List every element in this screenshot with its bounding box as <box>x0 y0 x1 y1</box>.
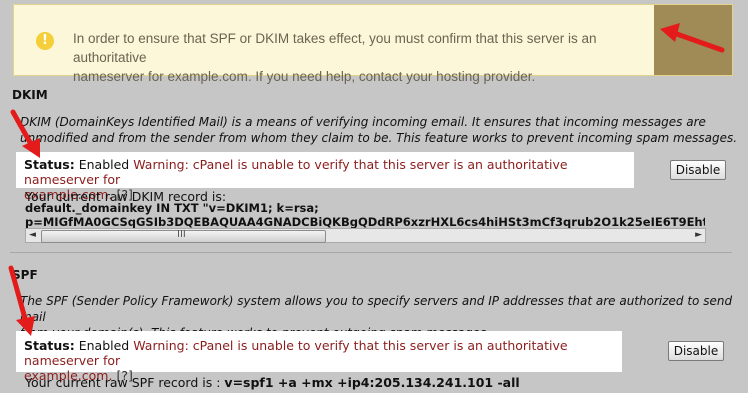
dkim-record-line-1: default._domainkey IN TXT "v=DKIM1; k=rs… <box>25 201 319 215</box>
spf-record-label: Your current raw SPF record is : <box>25 375 221 390</box>
dkim-record-value: default._domainkey IN TXT "v=DKIM1; k=rs… <box>25 201 705 229</box>
dkim-disable-button[interactable]: Disable <box>670 160 726 180</box>
dkim-section-title: DKIM <box>12 88 48 102</box>
section-divider <box>10 252 732 253</box>
spf-disable-button[interactable]: Disable <box>668 341 724 361</box>
dkim-description-line-2: unmodified and from the sender from whom… <box>20 131 738 145</box>
spf-record-value: v=spf1 +a +mx +ip4:205.134.241.101 -all <box>224 375 520 390</box>
scrollbar-grip-icon: III <box>177 229 186 240</box>
alert-line-1: In order to ensure that SPF or DKIM take… <box>73 31 597 65</box>
alert-line-2: nameserver for example.com. If you need … <box>73 69 536 84</box>
dkim-record-horizontal-scrollbar[interactable]: ◄ III ► <box>25 228 706 243</box>
dkim-description: DKIM (DomainKeys Identified Mail) is a m… <box>20 114 740 146</box>
spf-status-box: Status: Enabled Warning: cPanel is unabl… <box>16 331 622 383</box>
spf-status-label: Status: <box>24 338 75 353</box>
alert-message: In order to ensure that SPF or DKIM take… <box>73 29 673 86</box>
authoritative-nameserver-alert: ! In order to ensure that SPF or DKIM ta… <box>13 4 733 84</box>
annotation-arrow-icon <box>660 23 725 53</box>
scroll-right-arrow-icon[interactable]: ► <box>695 230 702 240</box>
scrollbar-thumb[interactable]: III <box>41 229 326 243</box>
annotation-arrow-icon <box>8 265 35 336</box>
spf-description-line-1: The SPF (Sender Policy Framework) system… <box>20 294 733 324</box>
dkim-record-line-2: p=MIGfMA0GCSqGSIb3DQEBAQUAA4GNADCBiQKBgQ… <box>25 215 705 229</box>
dkim-status-box: Status: Enabled Warning: cPanel is unabl… <box>16 152 634 202</box>
spf-status-value: Enabled <box>78 338 130 353</box>
warning-icon: ! <box>36 32 54 50</box>
scroll-left-arrow-icon[interactable]: ◄ <box>29 230 36 240</box>
dkim-status-value: Enabled <box>78 157 130 172</box>
annotation-arrow-icon <box>10 109 40 158</box>
dkim-description-line-1: DKIM (DomainKeys Identified Mail) is a m… <box>20 115 706 129</box>
spf-record: Your current raw SPF record is : v=spf1 … <box>25 375 520 390</box>
